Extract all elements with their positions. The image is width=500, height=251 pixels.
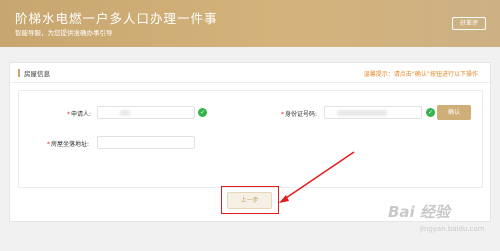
- watermark-url: jingyan.baidu.com: [420, 225, 485, 233]
- watermark-logo: Bai 经验: [388, 203, 450, 221]
- arrow-line: [282, 151, 355, 201]
